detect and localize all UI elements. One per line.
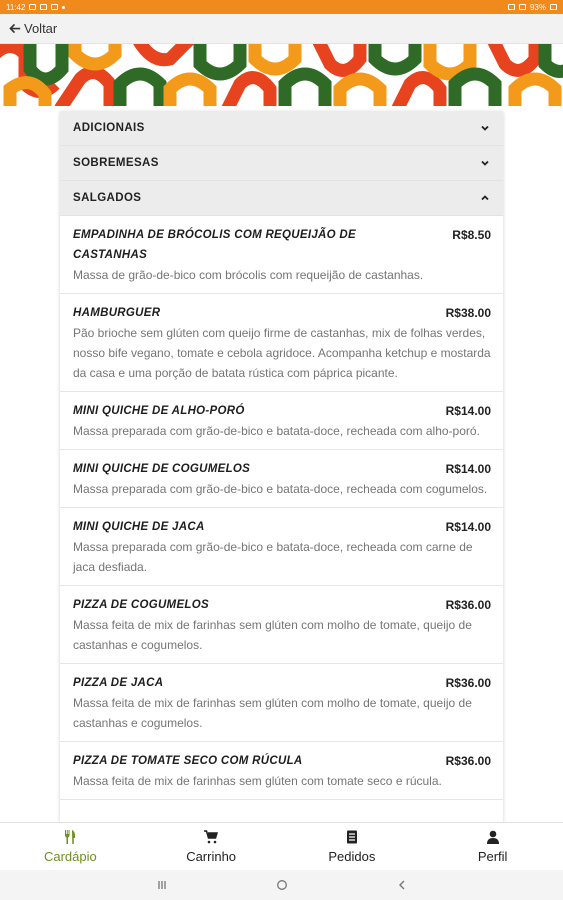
orders-icon: [346, 830, 357, 843]
status-time: 11:42: [6, 2, 26, 12]
system-back-icon[interactable]: [396, 879, 408, 891]
gallery-icon: [40, 4, 48, 10]
menu-item[interactable]: PIZZA DE COGUMELOS R$36.00 Massa feita d…: [60, 586, 503, 664]
menu-panel: ADICIONAIS SOBREMESAS SALGADOS EMPADINHA…: [60, 111, 503, 822]
nav-pedidos[interactable]: Pedidos: [282, 823, 423, 870]
chevron-down-icon: [481, 125, 489, 131]
item-price: R$14.00: [445, 520, 491, 534]
item-price: R$36.00: [445, 754, 491, 768]
item-price: R$38.00: [445, 306, 491, 320]
utensils-icon: [65, 829, 76, 844]
item-name: EMPADINHA DE BRÓCOLIS COM REQUEIJÃO DE C…: [73, 229, 356, 261]
item-price: R$8.50: [452, 228, 491, 242]
battery-level: 93%: [529, 2, 546, 12]
arrow-left-icon: [9, 23, 21, 34]
notification-icon: [29, 4, 37, 10]
more-notifications-icon: [62, 5, 66, 9]
nav-perfil[interactable]: Perfil: [422, 823, 563, 870]
item-name: HAMBURGUER: [73, 307, 161, 319]
back-label: Voltar: [24, 21, 58, 36]
status-bar: 11:42 93%: [0, 0, 563, 14]
item-price: R$14.00: [445, 462, 491, 476]
item-description: Pão brioche sem glúten com queijo firme …: [73, 326, 491, 380]
item-name: MINI QUICHE DE COGUMELOS: [73, 463, 251, 475]
mail-icon: [51, 4, 59, 10]
chevron-up-icon: [481, 195, 489, 201]
item-name: PIZZA DE COGUMELOS: [73, 599, 209, 611]
nav-label: Perfil: [477, 848, 508, 864]
item-description: Massa preparada com grão-de-bico e batat…: [73, 482, 488, 496]
item-description: Massa feita de mix de farinhas sem glúte…: [73, 696, 472, 730]
item-name: PIZZA DE TOMATE SECO COM RÚCULA: [73, 755, 303, 767]
menu-item[interactable]: HAMBURGUER R$38.00 Pão brioche sem glúte…: [60, 294, 503, 392]
item-description: Massa preparada com grão-de-bico e batat…: [73, 424, 480, 438]
menu-item[interactable]: EMPADINHA DE BRÓCOLIS COM REQUEIJÃO DE C…: [60, 216, 503, 294]
menu-item[interactable]: MINI QUICHE DE ALHO-PORÓ R$14.00 Massa p…: [60, 392, 503, 450]
signal-icon: [518, 4, 526, 10]
category-adicionais[interactable]: ADICIONAIS: [60, 111, 503, 146]
user-icon: [486, 830, 499, 844]
item-price: R$36.00: [445, 598, 491, 612]
category-salgados[interactable]: SALGADOS: [60, 181, 503, 216]
bottom-navigation: Cardápio Carrinho Pedidos Perfil: [0, 822, 563, 870]
item-name: MINI QUICHE DE ALHO-PORÓ: [73, 405, 245, 417]
item-name: PIZZA DE JACA: [73, 677, 164, 689]
top-bar: Voltar: [0, 14, 563, 44]
menu-item[interactable]: PIZZA DE JACA R$36.00 Massa feita de mix…: [60, 664, 503, 742]
item-name: MINI QUICHE DE JACA: [73, 521, 205, 533]
menu-item[interactable]: MINI QUICHE DE COGUMELOS R$14.00 Massa p…: [60, 450, 503, 508]
menu-item[interactable]: PIZZA DE TOMATE SECO COM RÚCULA R$36.00 …: [60, 742, 503, 800]
nav-cardapio[interactable]: Cardápio: [0, 823, 141, 870]
back-button[interactable]: Voltar: [8, 21, 57, 36]
category-sobremesas[interactable]: SOBREMESAS: [60, 146, 503, 181]
item-description: Massa feita de mix de farinhas sem glúte…: [73, 618, 472, 652]
pattern-image: [0, 44, 563, 106]
menu-item[interactable]: MINI QUICHE DE JACA R$14.00 Massa prepar…: [60, 508, 503, 586]
nav-label: Carrinho: [186, 848, 237, 864]
item-price: R$36.00: [445, 676, 491, 690]
home-icon[interactable]: [276, 879, 288, 891]
nav-label: Cardápio: [43, 848, 97, 864]
system-navigation-bar: [0, 870, 563, 900]
category-label: ADICIONAIS: [73, 122, 145, 134]
recent-apps-icon[interactable]: [156, 879, 168, 891]
category-label: SOBREMESAS: [73, 157, 159, 169]
item-description: Massa feita de mix de farinhas sem glúte…: [73, 774, 442, 788]
battery-icon: [550, 4, 557, 10]
brand-banner: [0, 44, 563, 106]
item-description: Massa preparada com grão-de-bico e batat…: [73, 540, 473, 574]
category-label: SALGADOS: [73, 192, 142, 204]
item-description: Massa de grão-de-bico com brócolis com r…: [73, 268, 424, 282]
nav-label: Pedidos: [328, 848, 376, 864]
nav-carrinho[interactable]: Carrinho: [141, 823, 282, 870]
item-price: R$14.00: [445, 404, 491, 418]
chevron-down-icon: [481, 160, 489, 166]
cart-icon: [204, 829, 219, 843]
wifi-icon: [507, 4, 515, 10]
